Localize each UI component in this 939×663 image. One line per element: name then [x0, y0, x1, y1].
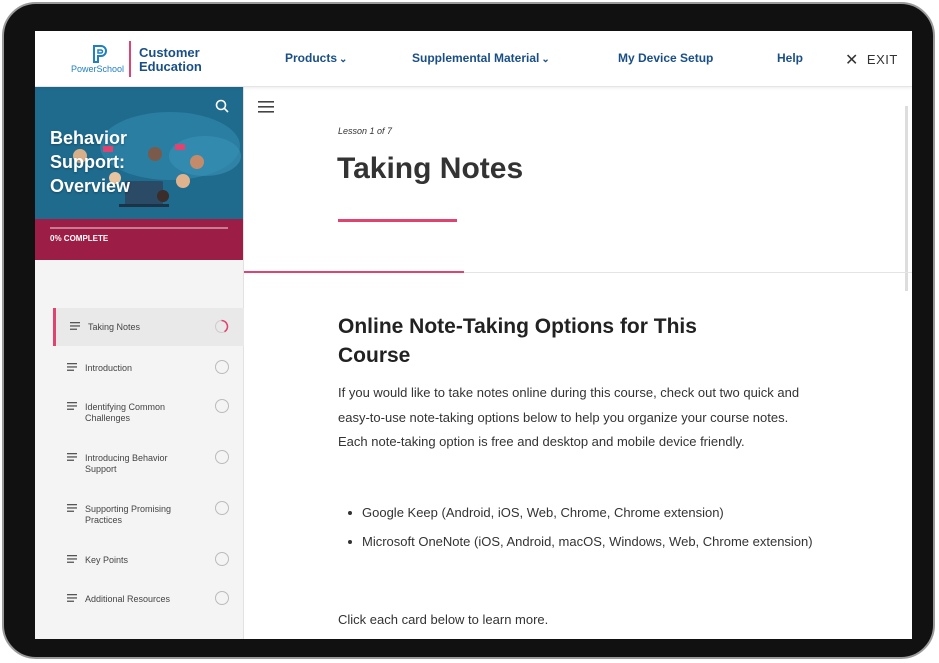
exit-button[interactable]: ✕ EXIT [845, 50, 898, 70]
progress-circle-icon [215, 501, 229, 515]
nav-help-label: Help [777, 51, 804, 65]
progress-circle-icon [215, 319, 229, 333]
course-progress: 0% COMPLETE [35, 219, 243, 260]
list-item-text: Google Keep (Android, iOS, Web, Chrome, … [362, 505, 724, 520]
nav-help[interactable]: Help [777, 51, 803, 65]
section-heading: Online Note-Taking Options for This Cour… [338, 312, 758, 370]
brand-title[interactable]: Customer Education [139, 46, 202, 74]
progress-circle-icon [215, 360, 229, 374]
course-hero-banner: Behavior Support: Overview [35, 86, 243, 219]
lesson-label-line2: Support [85, 464, 117, 474]
scrollbar[interactable] [905, 106, 908, 291]
section-heading-line2: Course [338, 344, 411, 367]
lesson-label-line2: Challenges [85, 413, 131, 423]
search-icon[interactable] [215, 99, 229, 113]
list-item: Google Keep (Android, iOS, Web, Chrome, … [338, 504, 818, 522]
exit-label: EXIT [866, 52, 898, 67]
powerschool-logo-icon [93, 45, 107, 63]
progress-circle-icon [215, 399, 229, 413]
close-icon: ✕ [845, 52, 859, 69]
bullet-dot [348, 511, 352, 515]
chevron-down-icon: ⌄ [541, 54, 550, 65]
lesson-item-identifying-common-challenges[interactable]: Identifying Common Challenges [53, 388, 243, 436]
lesson-item-additional-resources[interactable]: Additional Resources [53, 580, 243, 616]
list-icon [67, 363, 77, 371]
nav-my-device-setup[interactable]: My Device Setup [618, 51, 713, 65]
lesson-content: Lesson 1 of 7 Taking Notes Online Note-T… [244, 86, 912, 639]
list-icon [67, 402, 77, 410]
progress-label: 0% COMPLETE [50, 234, 109, 243]
lesson-label: Taking Notes [88, 322, 141, 332]
tablet-frame: PowerSchool Customer Education Products ⌄… [2, 2, 935, 659]
progress-circle-icon [215, 552, 229, 566]
list-item: Microsoft OneNote (iOS, Android, macOS, … [338, 533, 818, 551]
course-title-line2: Support: [50, 152, 125, 172]
list-icon [67, 504, 77, 512]
lesson-item-taking-notes[interactable]: Taking Notes [53, 308, 246, 346]
note-taking-options-list: Google Keep (Android, iOS, Web, Chrome, … [338, 504, 818, 562]
lesson-label: Supporting Promising Practices [85, 504, 171, 526]
nav-products-label: Products [285, 51, 338, 65]
title-underline [338, 219, 457, 222]
list-icon [67, 555, 77, 563]
lesson-label: Introducing Behavior Support [85, 453, 168, 475]
progress-bar [50, 227, 228, 229]
lesson-count: Lesson 1 of 7 [338, 126, 393, 136]
lesson-progress-indicator [244, 271, 464, 273]
brand-title-line2: Education [139, 59, 202, 74]
lesson-item-introduction[interactable]: Introduction [53, 349, 243, 385]
progress-circle-icon [215, 591, 229, 605]
course-title-line3: Overview [50, 176, 131, 196]
list-icon [67, 594, 77, 602]
list-item-text: Microsoft OneNote (iOS, Android, macOS, … [362, 534, 813, 549]
intro-paragraph: If you would like to take notes online d… [338, 385, 800, 449]
course-title: Behavior Support: Overview [50, 126, 130, 198]
app-screen: PowerSchool Customer Education Products ⌄… [35, 31, 912, 639]
nav-products[interactable]: Products ⌄ [285, 51, 347, 65]
lesson-title: Taking Notes [337, 152, 524, 185]
nav-supplemental-label: Supplemental Material [412, 51, 540, 65]
lesson-label-line1: Introducing Behavior [85, 453, 168, 463]
lesson-label-line1: Supporting Promising [85, 504, 172, 514]
lesson-label: Additional Resources [85, 594, 171, 604]
section-heading-line1: Online Note-Taking Options for This [338, 315, 697, 338]
powerschool-logo-text: PowerSchool [71, 64, 125, 74]
lesson-label-line1: Identifying Common [85, 402, 166, 412]
lesson-label: Introduction [85, 363, 133, 373]
top-navigation-bar: PowerSchool Customer Education Products ⌄… [35, 31, 912, 87]
nav-my-device-setup-label: My Device Setup [618, 51, 714, 65]
chevron-down-icon: ⌄ [339, 54, 348, 65]
lesson-item-introducing-behavior-support[interactable]: Introducing Behavior Support [53, 439, 243, 487]
course-sidebar: Behavior Support: Overview 0% COMPLETE T… [35, 86, 246, 639]
list-icon [70, 322, 80, 330]
lesson-label-line2: Practices [85, 515, 123, 525]
lesson-label: Key Points [85, 555, 129, 565]
nav-supplemental-material[interactable]: Supplemental Material ⌄ [412, 51, 550, 65]
logo-divider [129, 41, 131, 77]
progress-circle-icon [215, 450, 229, 464]
instruction-text: Click each card below to learn more. [338, 612, 549, 627]
course-title-line1: Behavior [50, 128, 128, 148]
bullet-dot [348, 540, 352, 544]
lesson-item-supporting-promising-practices[interactable]: Supporting Promising Practices [53, 490, 243, 538]
brand-title-line1: Customer [139, 45, 200, 60]
lesson-item-key-points[interactable]: Key Points [53, 541, 243, 577]
menu-icon[interactable] [258, 101, 274, 113]
list-icon [67, 453, 77, 461]
lesson-label: Identifying Common Challenges [85, 402, 165, 424]
